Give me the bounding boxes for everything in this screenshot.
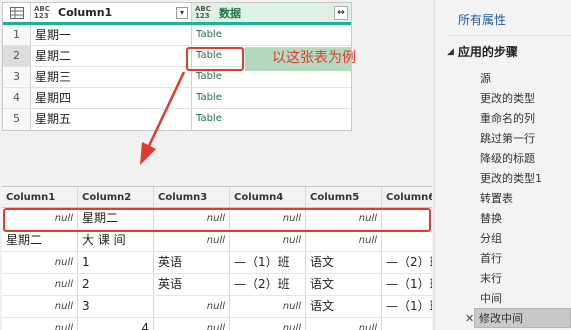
- table-cell[interactable]: 3: [78, 296, 154, 317]
- table-cell[interactable]: null: [154, 318, 230, 330]
- day-cell[interactable]: 星期二: [31, 46, 192, 66]
- expanded-table-header: Column1 Column2 Column3 Column4 Column5 …: [2, 187, 432, 208]
- annotation-box-table-cell: [186, 47, 244, 71]
- table-row[interactable]: 1 星期一 Table: [3, 25, 351, 46]
- step-item[interactable]: 更改的类型1: [474, 168, 571, 188]
- table-cell[interactable]: null: [2, 318, 78, 330]
- step-item[interactable]: 跳过第一行: [474, 128, 571, 148]
- table-cell[interactable]: null: [306, 230, 382, 251]
- row-index: 2: [3, 46, 31, 66]
- table-cell[interactable]: null: [306, 318, 382, 330]
- table-cell[interactable]: 语文: [306, 252, 382, 273]
- annotation-box-row: [3, 208, 431, 232]
- annotation-callout: 以这张表为例: [272, 50, 356, 66]
- table-cell[interactable]: null: [230, 318, 306, 330]
- column-header[interactable]: Column1: [2, 187, 78, 207]
- table-menu-icon[interactable]: [3, 3, 31, 22]
- table-row[interactable]: null 4 null null null null: [2, 318, 432, 330]
- column-header[interactable]: Column3: [154, 187, 230, 207]
- applied-steps-heading[interactable]: ◢ 应用的步骤: [447, 43, 518, 60]
- table-cell[interactable]: null: [230, 296, 306, 317]
- table-cell[interactable]: —（1）班: [382, 274, 432, 295]
- expand-column-icon[interactable]: ↔: [334, 5, 348, 20]
- column-header[interactable]: Column6: [382, 187, 432, 207]
- data-preview-area: ABC 123 Column1 ▾ ABC 123 数据 ↔ 1 星期一 Tab…: [0, 0, 434, 330]
- table-cell[interactable]: null: [154, 230, 230, 251]
- active-step-label: 修改中间: [479, 312, 523, 325]
- table-link-cell[interactable]: Table: [192, 109, 351, 130]
- table-cell[interactable]: null: [2, 252, 78, 273]
- table-row[interactable]: null 3 null null 语文 —（1）班: [2, 296, 432, 318]
- applied-steps-title: 应用的步骤: [457, 45, 518, 59]
- table-cell[interactable]: 1: [78, 252, 154, 273]
- table-cell[interactable]: 4: [78, 318, 154, 330]
- column-header[interactable]: Column2: [78, 187, 154, 207]
- table-cell[interactable]: 星期二: [2, 230, 78, 251]
- column-header[interactable]: Column4: [230, 187, 306, 207]
- column-header[interactable]: Column5: [306, 187, 382, 207]
- row-index: 3: [3, 67, 31, 87]
- step-item[interactable]: 降级的标题: [474, 148, 571, 168]
- data-column-header-label: 数据: [219, 6, 241, 20]
- table-row[interactable]: null 2 英语 —（2）班 语文 —（1）班: [2, 274, 432, 296]
- table-cell[interactable]: null: [382, 318, 432, 330]
- grouped-table-header: ABC 123 Column1 ▾ ABC 123 数据 ↔: [3, 3, 351, 25]
- row-index: 5: [3, 109, 31, 130]
- applied-steps-list: 源 更改的类型 重命名的列 跳过第一行 降级的标题 更改的类型1 转置表 替换 …: [465, 68, 571, 328]
- day-cell[interactable]: 星期一: [31, 25, 192, 45]
- table-cell[interactable]: 英语: [154, 274, 230, 295]
- table-row[interactable]: null 1 英语 —（1）班 语文 —（2）班: [2, 252, 432, 274]
- delete-step-icon[interactable]: ✕: [465, 309, 477, 328]
- step-item[interactable]: 末行: [474, 268, 571, 288]
- table-cell[interactable]: 语文: [306, 296, 382, 317]
- column1-header[interactable]: ABC 123 Column1 ▾: [31, 3, 192, 22]
- table-cell[interactable]: —（2）班: [230, 274, 306, 295]
- table-cell[interactable]: —（1）班: [230, 252, 306, 273]
- table-row[interactable]: 星期二 大 课 间 null null null null: [2, 230, 432, 252]
- annotation-arrow-icon: [140, 71, 186, 165]
- step-item[interactable]: 更改的类型: [474, 88, 571, 108]
- table-cell[interactable]: null: [230, 230, 306, 251]
- step-item[interactable]: 首行: [474, 248, 571, 268]
- step-item[interactable]: 分组: [474, 228, 571, 248]
- panel-divider[interactable]: [434, 0, 447, 330]
- table-cell[interactable]: 2: [78, 274, 154, 295]
- column1-header-label: Column1: [58, 6, 113, 19]
- table-link-cell[interactable]: Table: [192, 88, 351, 108]
- table-cell[interactable]: 大 课 间: [78, 230, 154, 251]
- collapse-triangle-icon[interactable]: ◢: [447, 47, 454, 57]
- table-cell[interactable]: null: [154, 296, 230, 317]
- query-settings-panel: 所有属性 ◢ 应用的步骤 源 更改的类型 重命名的列 跳过第一行 降级的标题 更…: [447, 0, 571, 330]
- row-index: 4: [3, 88, 31, 108]
- divider: [447, 35, 571, 36]
- step-item[interactable]: 转置表: [474, 188, 571, 208]
- filter-dropdown-icon[interactable]: ▾: [176, 6, 188, 19]
- step-item[interactable]: 重命名的列: [474, 108, 571, 128]
- step-item[interactable]: 源: [474, 68, 571, 88]
- step-item[interactable]: 中间: [474, 288, 571, 308]
- table-cell[interactable]: 语文: [306, 274, 382, 295]
- type-any-icon: ABC 123: [34, 4, 50, 20]
- table-link-cell[interactable]: Table: [192, 25, 351, 45]
- table-cell[interactable]: null: [382, 230, 432, 251]
- data-column-header[interactable]: ABC 123 数据 ↔: [192, 3, 351, 22]
- table-cell[interactable]: null: [2, 296, 78, 317]
- all-properties-link[interactable]: 所有属性: [458, 11, 506, 28]
- step-item[interactable]: 替换: [474, 208, 571, 228]
- type-any-icon: ABC 123: [195, 4, 211, 20]
- table-cell[interactable]: —（2）班: [382, 252, 432, 273]
- row-index: 1: [3, 25, 31, 45]
- table-cell[interactable]: 英语: [154, 252, 230, 273]
- table-cell[interactable]: —（1）班: [382, 296, 432, 317]
- step-item-active[interactable]: ✕ 修改中间: [465, 308, 571, 328]
- table-cell[interactable]: null: [2, 274, 78, 295]
